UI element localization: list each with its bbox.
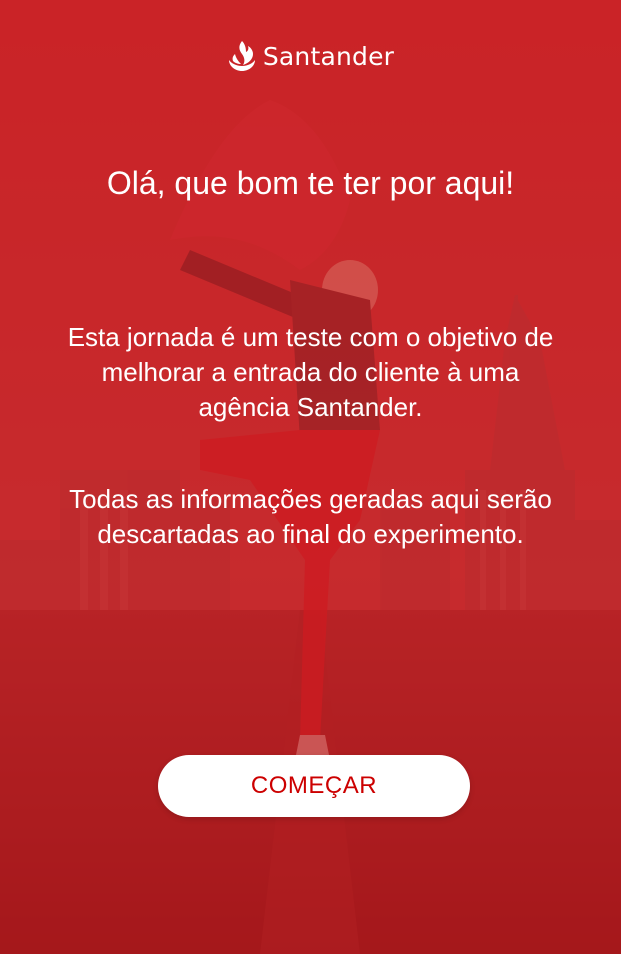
intro-paragraph: Esta jornada é um teste com o objetivo d… xyxy=(67,322,554,422)
brand-name: Santander xyxy=(262,41,395,71)
welcome-screen: Santander Olá, que bom te ter por aqui! … xyxy=(0,0,621,954)
start-button[interactable]: COMEÇAR xyxy=(158,755,470,817)
santander-flame-icon xyxy=(227,40,257,72)
data-disclaimer-paragraph: Todas as informações geradas aqui serão … xyxy=(69,484,552,549)
santander-logo: Santander xyxy=(0,40,621,72)
greeting-title: Olá, que bom te ter por aqui! xyxy=(106,165,515,201)
